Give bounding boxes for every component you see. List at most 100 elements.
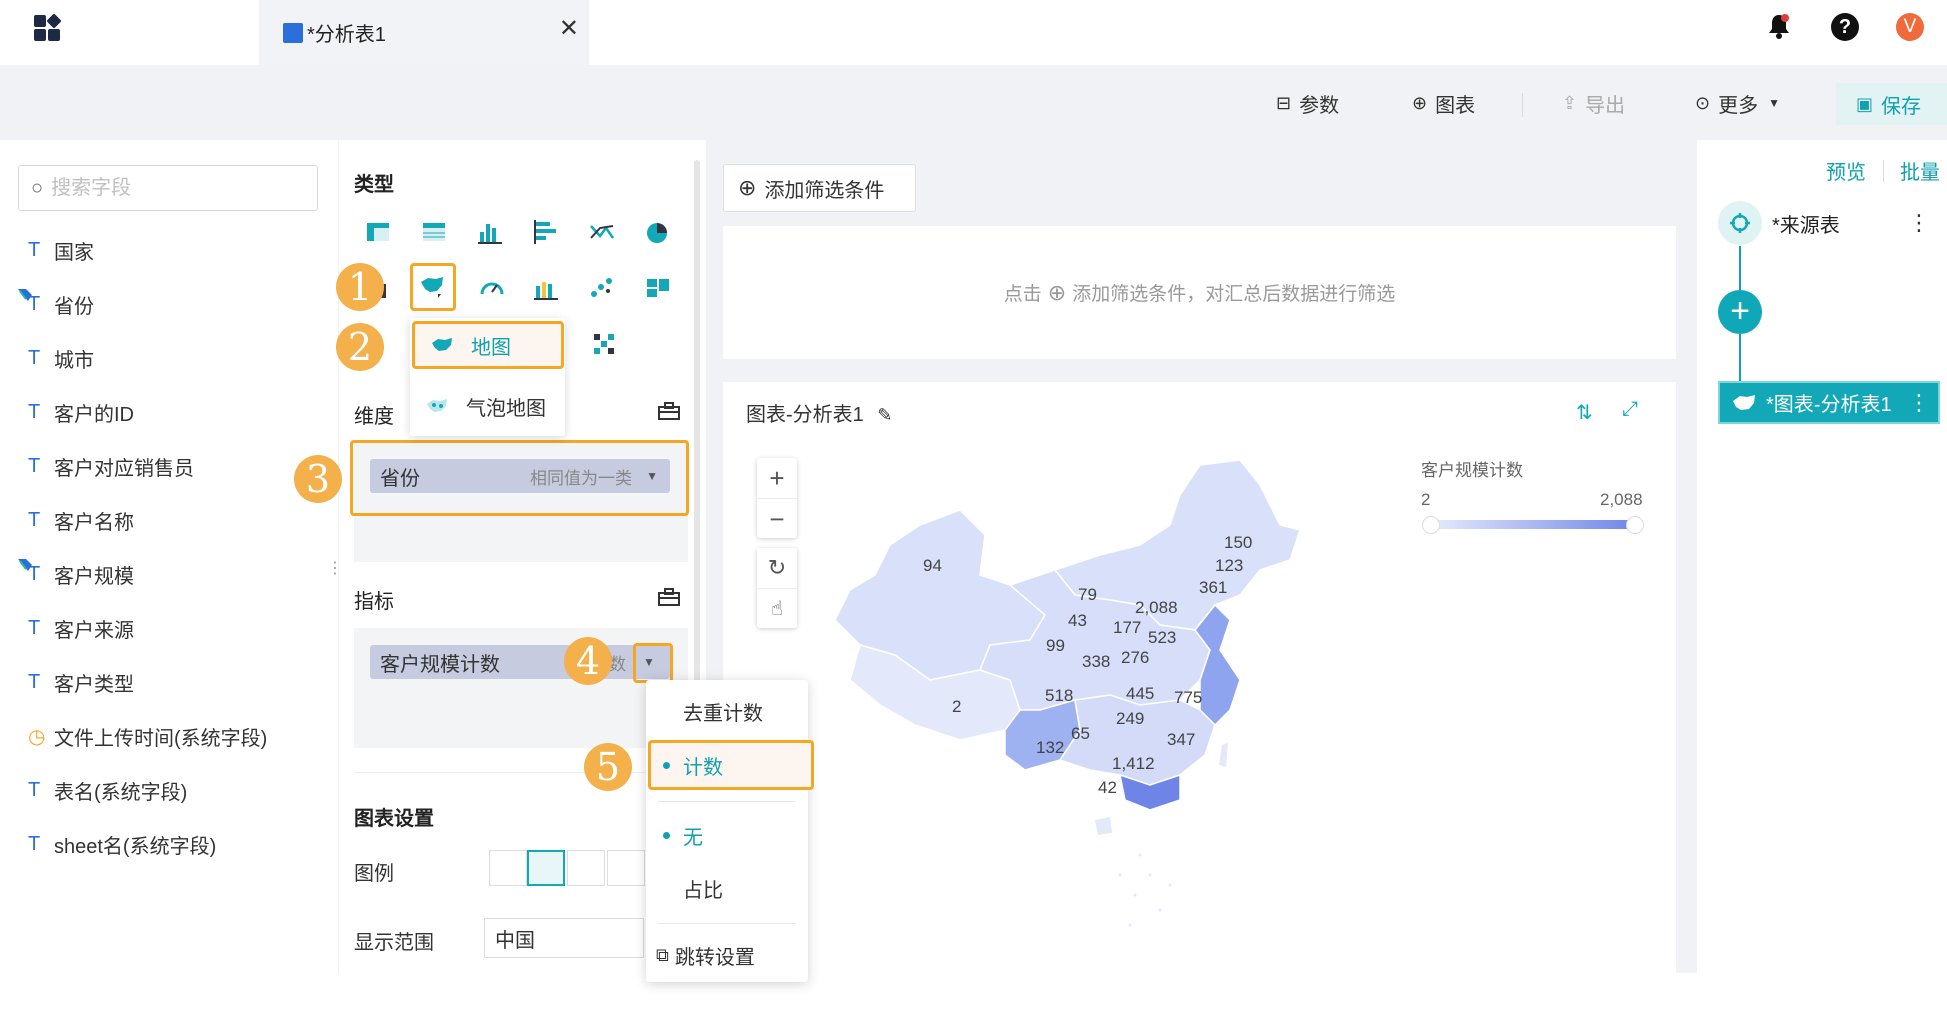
step-badge-3: 3: [294, 455, 342, 503]
geo-text-type-icon: T: [18, 288, 54, 316]
jump-settings-icon: ⧉: [656, 944, 669, 965]
toolbox-icon[interactable]: [658, 588, 680, 606]
field-item-city[interactable]: T 城市: [28, 342, 94, 374]
map-region-taiwan[interactable]: [1219, 743, 1228, 767]
close-icon[interactable]: ✕: [559, 14, 579, 43]
text-type-icon: T: [28, 778, 41, 801]
china-map[interactable]: [820, 455, 1340, 945]
field-item-customer-name[interactable]: T 客户名称: [28, 504, 134, 536]
stacked-bar-icon[interactable]: [532, 274, 560, 302]
plus-circle-icon: ⊕: [738, 175, 757, 200]
save-label: 保存: [1881, 95, 1922, 118]
map-value-label: 2: [952, 697, 962, 716]
field-item-customer-scale[interactable]: T 客户规模: [18, 558, 134, 590]
horizontal-bar-icon[interactable]: [532, 218, 560, 246]
line-chart-icon[interactable]: [588, 218, 616, 246]
field-item-upload-time[interactable]: ◷ 文件上传时间(系统字段): [28, 720, 267, 752]
caret-down-icon[interactable]: ▼: [646, 469, 658, 483]
menu-item-jump-settings[interactable]: ⧉ 跳转设置: [646, 932, 808, 978]
legend-option-right[interactable]: [567, 850, 605, 886]
display-range-select[interactable]: 中国: [484, 918, 644, 958]
zoom-out-button[interactable]: −: [757, 498, 797, 538]
legend-option-top[interactable]: [607, 850, 645, 886]
pan-hand-icon[interactable]: ☝: [757, 588, 797, 628]
dimension-pill-province[interactable]: 省份 相同值为一类 ▼: [370, 459, 670, 493]
preview-link[interactable]: 预览: [1826, 156, 1866, 185]
toolbox-icon[interactable]: [658, 402, 680, 420]
legend-option-none[interactable]: [489, 850, 527, 886]
menu-item-label: 地图: [471, 336, 511, 359]
field-item-customer-type[interactable]: T 客户类型: [28, 666, 134, 698]
export-button[interactable]: ⇪ 导出: [1562, 85, 1625, 121]
detail-table-icon[interactable]: [420, 218, 448, 246]
dashboard-grid-icon[interactable]: [644, 274, 672, 302]
map-region-hainan[interactable]: [1095, 817, 1112, 835]
more-vertical-icon[interactable]: ⋮: [1908, 210, 1930, 236]
source-table-node[interactable]: *来源表 ⋮: [1718, 200, 1940, 246]
field-item-customer-source[interactable]: T 客户来源: [28, 612, 134, 644]
search-input[interactable]: [51, 176, 292, 200]
field-item-country[interactable]: T 国家: [28, 234, 94, 266]
fullscreen-icon[interactable]: ⤢: [1622, 398, 1638, 421]
range-value: 中国: [495, 929, 535, 952]
map-value-label: 150: [1224, 533, 1253, 552]
text-type-icon: T: [28, 346, 41, 369]
more-button[interactable]: ⊙ 更多 ▼: [1695, 85, 1780, 121]
text-type-icon: T: [28, 238, 41, 261]
map-value-label: 65: [1071, 724, 1090, 743]
params-button[interactable]: ⊟ 参数: [1276, 85, 1339, 121]
menu-item-map[interactable]: 地图: [412, 321, 564, 369]
menu-item-percentage[interactable]: 占比: [646, 865, 808, 911]
map-value-label: 361: [1199, 578, 1228, 597]
apps-grid-icon[interactable]: [34, 13, 62, 43]
chart-node[interactable]: *图表-分析表1 ⋮: [1718, 381, 1940, 424]
bell-icon[interactable]: [1766, 12, 1792, 40]
batch-link[interactable]: 批量: [1900, 156, 1940, 185]
tab-analysis-sheet[interactable]: *分析表1 ✕: [259, 0, 589, 65]
cross-table-icon[interactable]: [364, 218, 392, 246]
save-button[interactable]: ▣ 保存: [1836, 83, 1947, 125]
menu-item-bubble-map[interactable]: 气泡地图: [410, 382, 565, 430]
bubble-map-icon: [427, 399, 447, 412]
field-item-province[interactable]: T 省份: [18, 288, 94, 320]
legend-handle-max[interactable]: [1626, 516, 1644, 534]
zoom-in-button[interactable]: +: [757, 458, 797, 498]
edit-pencil-icon[interactable]: ✎: [877, 405, 892, 425]
flow-connector: [1739, 334, 1741, 381]
caret-down-icon[interactable]: ▼: [643, 655, 655, 669]
add-filter-button[interactable]: ⊕ 添加筛选条件: [723, 164, 916, 212]
avatar[interactable]: V: [1896, 13, 1924, 41]
reset-icon[interactable]: ↻: [757, 548, 797, 588]
scatter-chart-icon[interactable]: [588, 274, 616, 302]
sort-icon[interactable]: ⇅: [1576, 400, 1593, 425]
bottom-area: [0, 973, 1947, 1030]
bar-chart-icon[interactable]: [476, 218, 504, 246]
pill-hint: 相同值为一类: [530, 468, 632, 488]
field-label: 客户对应销售员: [54, 457, 194, 480]
flow-panel: [1697, 140, 1947, 973]
field-item-customer-id[interactable]: T 客户的ID: [28, 396, 134, 428]
add-chart-button[interactable]: ⊕ 图表: [1412, 85, 1475, 121]
menu-item-distinct-count[interactable]: 去重计数: [646, 688, 808, 734]
field-item-salesperson[interactable]: T 客户对应销售员: [28, 450, 194, 482]
gauge-chart-icon[interactable]: [478, 274, 506, 302]
metric-pill-customer-scale-count[interactable]: 客户规模计数 数: [370, 645, 670, 679]
menu-item-none[interactable]: 无: [646, 812, 808, 858]
menu-item-count[interactable]: 计数: [646, 742, 808, 788]
legend-option-left[interactable]: [527, 850, 565, 886]
chart-title[interactable]: 图表-分析表1 ✎: [746, 398, 892, 427]
pie-chart-icon[interactable]: [644, 218, 672, 246]
legend-title: 客户规模计数: [1421, 461, 1523, 480]
help-icon[interactable]: ?: [1831, 13, 1859, 41]
more-vertical-icon[interactable]: ⋮: [1908, 390, 1930, 416]
search-field[interactable]: ○: [18, 165, 318, 211]
field-item-table-name[interactable]: T 表名(系统字段): [28, 774, 187, 806]
step-badge-4: 4: [564, 637, 612, 685]
heatmap-icon[interactable]: [590, 330, 618, 358]
params-icon: ⊟: [1276, 92, 1292, 113]
field-item-sheet-name[interactable]: T sheet名(系统字段): [28, 828, 216, 860]
legend-handle-min[interactable]: [1422, 516, 1440, 534]
map-chart-icon[interactable]: [418, 272, 446, 300]
filter-drop-area[interactable]: 点击 ⊕ 添加筛选条件，对汇总后数据进行筛选: [723, 226, 1676, 359]
add-node-button[interactable]: +: [1718, 290, 1762, 334]
